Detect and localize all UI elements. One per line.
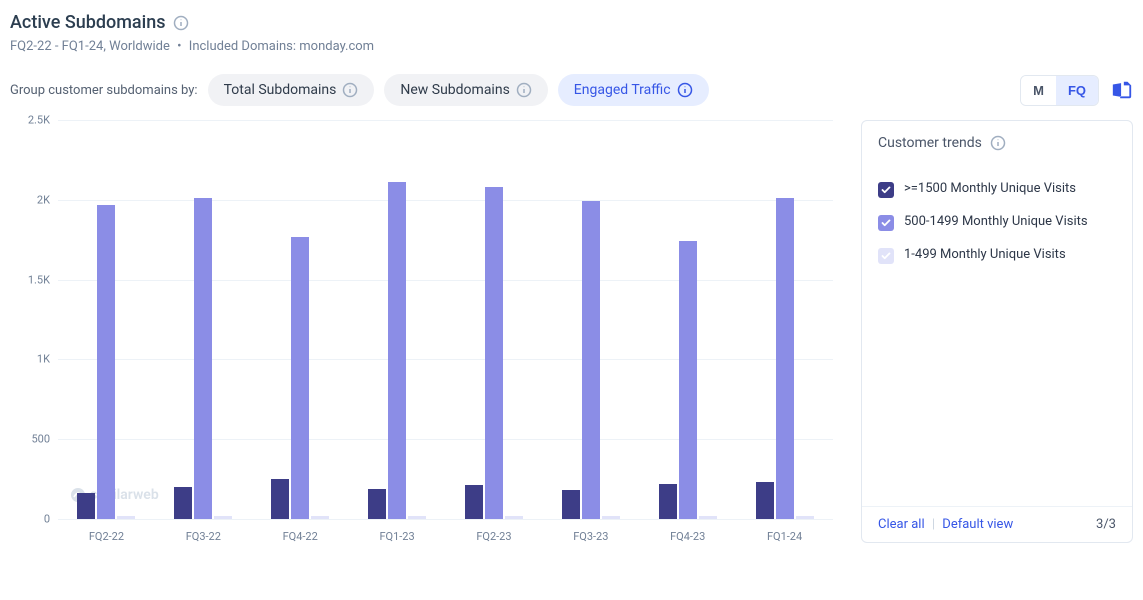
y-tick-label: 2K — [10, 193, 50, 206]
chart: similarweb 05001K1.5K2K2.5K FQ2-22FQ3-22… — [10, 120, 843, 543]
bar[interactable] — [408, 516, 426, 519]
bar[interactable] — [271, 479, 289, 519]
y-tick-label: 1.5K — [10, 273, 50, 286]
y-tick-label: 1K — [10, 353, 50, 366]
bar-group — [756, 120, 814, 519]
legend-item[interactable]: 1-499 Monthly Unique Visits — [878, 239, 1116, 272]
bar[interactable] — [659, 484, 677, 519]
legend-item[interactable]: 500-1499 Monthly Unique Visits — [878, 206, 1116, 239]
subtitle-domains-prefix: Included Domains: — [189, 39, 296, 54]
bar-group — [659, 120, 717, 519]
bar[interactable] — [194, 198, 212, 519]
toggle-fq[interactable]: FQ — [1056, 76, 1098, 105]
period-toggle: M FQ — [1020, 75, 1099, 106]
x-tick-label: FQ2-23 — [466, 530, 522, 543]
y-tick-label: 2.5K — [10, 114, 50, 127]
bar[interactable] — [699, 516, 717, 519]
info-icon[interactable] — [990, 135, 1006, 151]
legend-panel: Customer trends >=1500 Monthly Unique Vi… — [861, 120, 1133, 543]
default-view-link[interactable]: Default view — [942, 517, 1013, 532]
bar[interactable] — [97, 205, 115, 519]
bar[interactable] — [776, 198, 794, 519]
legend-item[interactable]: >=1500 Monthly Unique Visits — [878, 173, 1116, 206]
x-tick-label: FQ2-22 — [78, 530, 134, 543]
bar-group — [562, 120, 620, 519]
checkbox-icon — [878, 215, 894, 231]
bar[interactable] — [796, 516, 814, 519]
pill-label: Engaged Traffic — [574, 82, 671, 98]
bar-group — [174, 120, 232, 519]
x-tick-label: FQ3-22 — [175, 530, 231, 543]
bar[interactable] — [117, 516, 135, 519]
legend-title: Customer trends — [878, 135, 982, 151]
bar[interactable] — [505, 516, 523, 519]
info-icon — [342, 82, 358, 98]
bar[interactable] — [388, 182, 406, 519]
bar[interactable] — [214, 516, 232, 519]
group-by-label: Group customer subdomains by: — [10, 83, 198, 98]
x-tick-label: FQ4-23 — [660, 530, 716, 543]
bar[interactable] — [582, 201, 600, 519]
pill-engaged-traffic[interactable]: Engaged Traffic — [558, 74, 709, 106]
bar-group — [465, 120, 523, 519]
subtitle-range: FQ2-22 - FQ1-24, Worldwide — [10, 39, 170, 54]
bar-group — [77, 120, 135, 519]
checkbox-icon — [878, 182, 894, 198]
bars-container — [58, 120, 833, 519]
bar[interactable] — [77, 493, 95, 519]
bar[interactable] — [291, 237, 309, 519]
bar[interactable] — [311, 516, 329, 519]
dot-separator: • — [177, 39, 181, 54]
gridline — [58, 519, 833, 520]
pill-new-subdomains[interactable]: New Subdomains — [384, 74, 547, 106]
subtitle: FQ2-22 - FQ1-24, Worldwide • Included Do… — [10, 39, 1133, 54]
export-excel-icon[interactable] — [1111, 79, 1133, 101]
bar[interactable] — [465, 485, 483, 519]
bar[interactable] — [756, 482, 774, 519]
x-tick-label: FQ3-23 — [563, 530, 619, 543]
x-tick-label: FQ1-24 — [757, 530, 813, 543]
info-icon — [677, 82, 693, 98]
toggle-month[interactable]: M — [1021, 76, 1056, 105]
bar[interactable] — [562, 490, 580, 519]
y-tick-label: 500 — [10, 433, 50, 446]
x-tick-label: FQ1-23 — [369, 530, 425, 543]
bar[interactable] — [368, 489, 386, 519]
page-title: Active Subdomains — [10, 12, 165, 33]
bar[interactable] — [485, 187, 503, 519]
pill-label: New Subdomains — [400, 82, 509, 98]
legend-label: >=1500 Monthly Unique Visits — [904, 181, 1076, 198]
clear-all-link[interactable]: Clear all — [878, 517, 925, 532]
y-tick-label: 0 — [10, 513, 50, 526]
pill-label: Total Subdomains — [224, 82, 337, 98]
legend-label: 500-1499 Monthly Unique Visits — [904, 214, 1088, 231]
bar[interactable] — [602, 516, 620, 519]
bar-group — [271, 120, 329, 519]
bar[interactable] — [174, 487, 192, 519]
checkbox-icon — [878, 248, 894, 264]
info-icon[interactable] — [173, 15, 189, 31]
bar[interactable] — [679, 241, 697, 519]
pill-total-subdomains[interactable]: Total Subdomains — [208, 74, 375, 106]
bar-group — [368, 120, 426, 519]
legend-label: 1-499 Monthly Unique Visits — [904, 247, 1066, 264]
legend-count: 3/3 — [1096, 517, 1116, 532]
subtitle-domains: monday.com — [299, 39, 374, 54]
info-icon — [516, 82, 532, 98]
x-tick-label: FQ4-22 — [272, 530, 328, 543]
separator: | — [932, 517, 935, 532]
